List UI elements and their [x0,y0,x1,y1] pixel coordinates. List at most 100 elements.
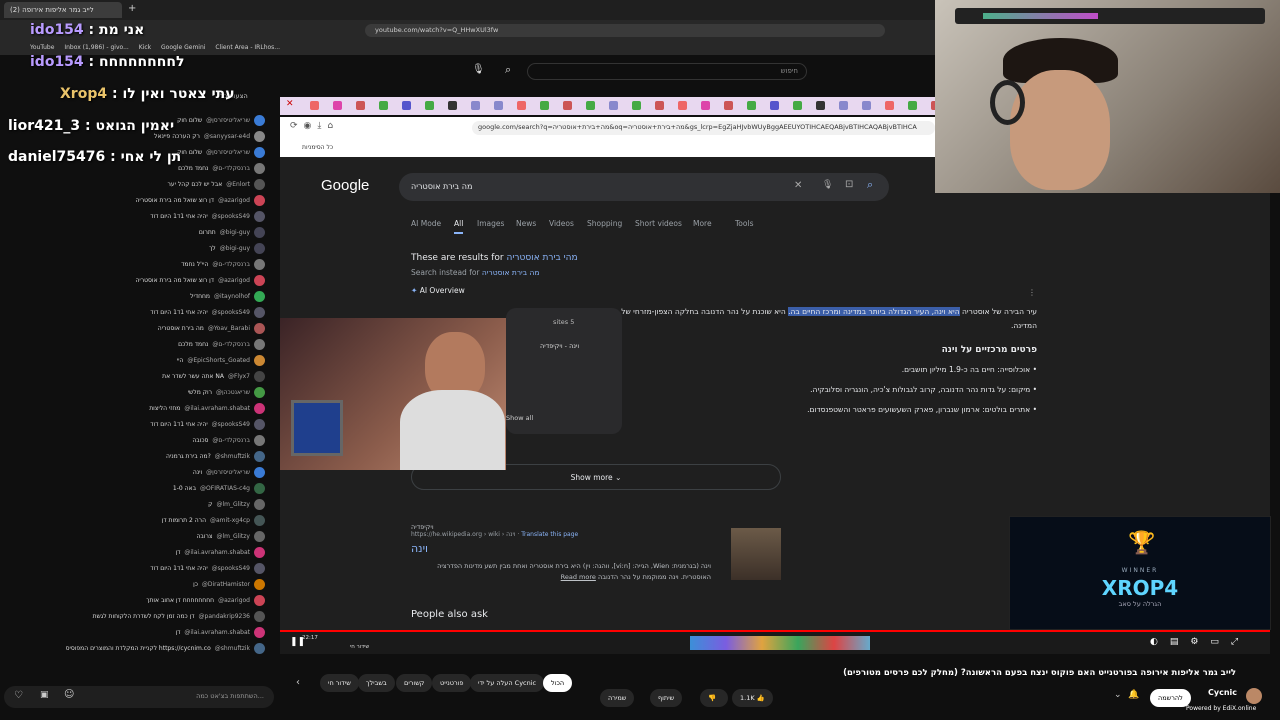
tab-ai-mode[interactable]: AI Mode [411,219,441,228]
voice-search-icon[interactable]: 🎙 [822,180,833,190]
chat-username[interactable]: @amit-xg4cp [210,517,250,524]
chat-avatar[interactable] [254,418,265,430]
tab-videos[interactable]: Videos [549,219,574,228]
chat-username[interactable]: @spooksS49 [212,565,250,572]
chip-for-you[interactable]: בשבילך [358,674,395,692]
chat-username[interactable]: @spooksS49 [212,421,250,428]
dislike-icon[interactable]: 👎 [700,689,728,707]
tab-favicon-icon[interactable] [517,101,526,110]
chat-avatar[interactable] [254,130,265,142]
chat-username[interactable]: @ilai.avraham.shabat [184,405,250,412]
chat-username[interactable]: @azarigod [218,277,250,284]
tab-favicon-icon[interactable] [885,101,894,110]
tab-favicon-icon[interactable] [793,101,802,110]
chat-username[interactable]: @lm_Glitzy [216,501,250,508]
tab-favicon-icon[interactable] [908,101,917,110]
tab-more[interactable]: More [693,219,712,228]
chat-username[interactable]: @shmuftzik [215,453,250,460]
chat-avatar[interactable] [254,450,265,462]
subscribe-button[interactable]: להרשמה [1150,689,1191,707]
chat-username[interactable]: @Flyx7 [228,373,250,380]
corrected-query-link[interactable]: מהי בירת אוסטריה [507,253,578,263]
bookmark-inbox[interactable]: Inbox (1,986) - givo... [64,44,128,51]
tab-favicon-icon[interactable] [563,101,572,110]
wiki-thumbnail[interactable] [731,528,781,580]
emoji-icon[interactable]: ☺ [64,689,74,700]
chat-username[interactable]: @shmuftzik [215,645,250,652]
chat-avatar[interactable] [254,306,265,318]
chat-username[interactable]: @שריאליטיסזרסן [206,117,250,124]
read-more-link[interactable]: Read more [561,573,596,581]
live-indicator[interactable]: שידור חי [350,644,369,650]
tab-favicon-icon[interactable] [333,101,342,110]
chat-avatar[interactable] [254,210,265,222]
google-logo[interactable]: Google [321,177,369,194]
tab-favicon-icon[interactable] [770,101,779,110]
chat-username[interactable]: @Yoav_Barabi [208,325,250,332]
chat-avatar[interactable] [254,546,265,558]
chat-username[interactable]: @OFIRATIAS-c4g [200,485,250,492]
taskbar-apps[interactable] [690,636,870,650]
chat-username[interactable]: @pandakrip9236 [199,613,250,620]
chat-avatar[interactable] [254,530,265,542]
search-submit-icon[interactable]: ⌕ [867,178,873,192]
chat-avatar[interactable] [254,562,265,574]
chat-avatar[interactable] [254,482,265,494]
tab-favicon-icon[interactable] [310,101,319,110]
tab-all[interactable]: All [454,219,464,234]
bookmark-gemini[interactable]: Google Gemini [161,44,205,51]
inner-url-field[interactable]: google.com/search?q=מה+בירת+אוסטריה&oq=מ… [472,121,935,135]
chat-username[interactable]: @lm_Glitzy [216,533,250,540]
chat-username[interactable]: @azarigod [218,597,250,604]
chat-avatar[interactable] [254,354,265,366]
chat-avatar[interactable] [254,258,265,270]
chat-avatar[interactable] [254,386,265,398]
tab-favicon-icon[interactable] [402,101,411,110]
chip-fortnite[interactable]: פורטנייט [432,674,472,692]
chat-username[interactable]: @spooksS49 [212,309,250,316]
chat-avatar[interactable] [254,594,265,606]
chat-username[interactable]: @ilai.avraham.shabat [184,549,250,556]
wiki-title-link[interactable]: וינה [411,542,781,555]
tab-favicon-icon[interactable] [724,101,733,110]
chat-avatar[interactable] [254,370,265,382]
tab-favicon-icon[interactable] [632,101,641,110]
chat-avatar[interactable] [254,114,265,126]
bookmark-youtube[interactable]: YouTube [30,44,54,51]
tab-tools[interactable]: Tools [735,219,753,228]
tab-favicon-icon[interactable] [747,101,756,110]
chat-username[interactable]: @sanyysar-e4d [204,133,250,140]
chat-avatar[interactable] [254,146,265,158]
tab-news[interactable]: News [516,219,536,228]
save-button[interactable]: שמירה [600,689,635,707]
dollar-icon[interactable]: ▣ [40,690,49,700]
tab-favicon-icon[interactable] [816,101,825,110]
url-field[interactable]: youtube.com/watch?v=Q_HHwXUl3fw [365,24,885,37]
source-card-title[interactable]: וינה - ויקיפדיה [540,342,579,350]
share-button[interactable]: שיתוף [650,689,683,707]
chat-avatar[interactable] [254,498,265,510]
chat-username[interactable]: @DiratHamistor [202,581,250,588]
chip-live[interactable]: שידור חי [320,674,359,692]
tab-favicon-icon[interactable] [471,101,480,110]
close-icon[interactable]: ✕ [286,99,294,109]
chat-username[interactable]: @שריאליטיסזרסן [206,469,250,476]
tab-favicon-icon[interactable] [494,101,503,110]
channel-name[interactable]: Cycnic [1208,688,1237,697]
original-query-link[interactable]: מה בירת אוסטריה [482,268,540,277]
lens-icon[interactable]: ⊡ [845,179,853,190]
like-button[interactable]: 1.1K 👍 [732,689,773,707]
chat-username[interactable]: @EpicShorts_Goated [187,357,250,364]
tab-favicon-icon[interactable] [425,101,434,110]
show-all-button[interactable]: Show all [506,414,533,422]
heart-icon[interactable]: ♡ [14,690,23,701]
tab-favicon-icon[interactable] [448,101,457,110]
chat-avatar[interactable] [254,642,265,654]
chat-avatar[interactable] [254,178,265,190]
chat-avatar[interactable] [254,194,265,206]
tab-favicon-icon[interactable] [586,101,595,110]
chat-avatar[interactable] [254,322,265,334]
tab-favicon-icon[interactable] [862,101,871,110]
chip-all[interactable]: הכול [543,674,573,692]
chat-avatar[interactable] [254,434,265,446]
